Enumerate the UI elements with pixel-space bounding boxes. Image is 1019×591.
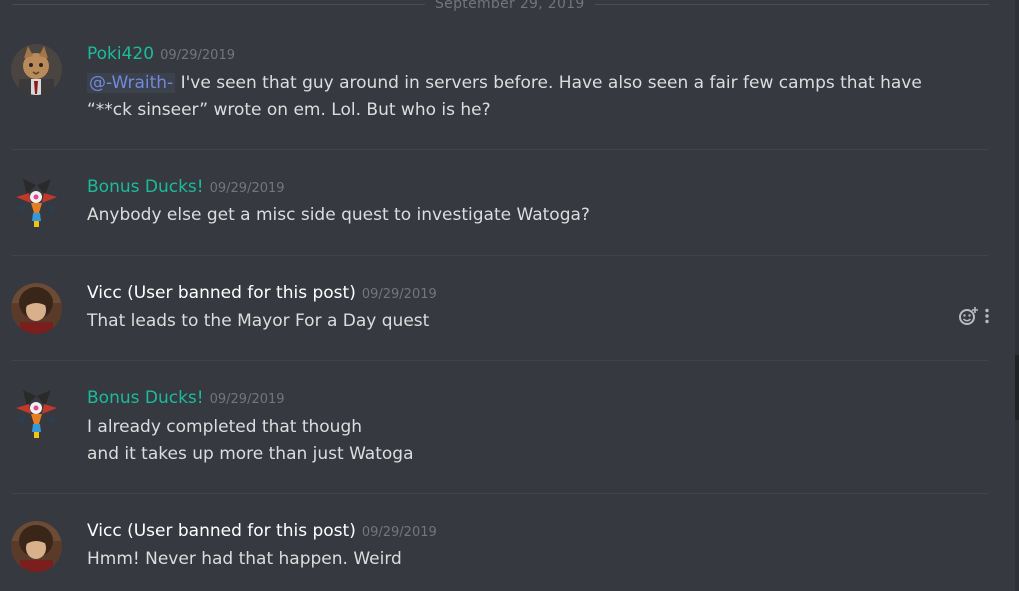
message-header: Bonus Ducks! 09/29/2019 <box>87 388 285 408</box>
message-content: Anybody else get a misc side quest to in… <box>87 202 967 229</box>
message-content: That leads to the Mayor For a Day quest <box>87 308 967 335</box>
message-separator <box>12 360 988 361</box>
more-options-icon[interactable] <box>984 308 990 328</box>
date-divider: September 29, 2019 <box>12 0 989 12</box>
message-header: Bonus Ducks! 09/29/2019 <box>87 177 285 197</box>
message-text: Anybody else get a misc side quest to in… <box>87 205 590 225</box>
message-separator <box>12 149 988 150</box>
bird-avatar-icon <box>11 388 62 439</box>
message-header: Vicc (User banned for this post) 09/29/20… <box>87 521 437 541</box>
message-header: Vicc (User banned for this post) 09/29/20… <box>87 283 437 303</box>
cat-avatar-icon <box>11 44 62 95</box>
user-mention[interactable]: @-Wraith- <box>87 73 176 93</box>
timestamp: 09/29/2019 <box>160 48 235 63</box>
avatar[interactable] <box>11 283 62 334</box>
avatar[interactable] <box>11 388 62 439</box>
bird-avatar-icon <box>11 177 62 228</box>
username[interactable]: Bonus Ducks! <box>87 388 204 408</box>
avatar[interactable] <box>11 177 62 228</box>
person-avatar-icon <box>11 521 62 572</box>
username[interactable]: Bonus Ducks! <box>87 177 204 197</box>
avatar[interactable] <box>11 521 62 572</box>
message-text: That leads to the Mayor For a Day quest <box>87 311 430 331</box>
add-reaction-icon[interactable] <box>958 306 980 330</box>
username[interactable]: Vicc (User banned for this post) <box>87 521 356 541</box>
timestamp: 09/29/2019 <box>209 392 285 407</box>
timestamp: 09/29/2019 <box>361 287 437 302</box>
timestamp: 09/29/2019 <box>209 181 285 196</box>
message-content: Hmm! Never had that happen. Weird <box>87 546 967 573</box>
message-content: I already completed that though and it t… <box>87 414 967 468</box>
message-header: Poki420 09/29/2019 <box>87 44 235 64</box>
message-text: Hmm! Never had that happen. Weird <box>87 549 402 569</box>
scrollbar-track[interactable] <box>1015 0 1019 591</box>
message-separator <box>12 255 988 256</box>
date-divider-label: September 29, 2019 <box>425 0 595 12</box>
message-text: I've seen that guy around in servers bef… <box>87 73 922 120</box>
timestamp: 09/29/2019 <box>361 525 437 540</box>
message-content: @-Wraith- I've seen that guy around in s… <box>87 70 967 124</box>
message-line: I already completed that though <box>87 417 363 437</box>
message-line: and it takes up more than just Watoga <box>87 444 414 464</box>
avatar[interactable] <box>11 44 62 95</box>
username[interactable]: Poki420 <box>87 44 154 64</box>
message-separator <box>12 493 988 494</box>
scrollbar-thumb[interactable] <box>1015 355 1019 420</box>
chat-messages: September 29, 2019 Poki420 09/29/2019 @-W… <box>0 0 1019 591</box>
person-avatar-icon <box>11 283 62 334</box>
username[interactable]: Vicc (User banned for this post) <box>87 283 356 303</box>
message-actions <box>958 306 998 330</box>
